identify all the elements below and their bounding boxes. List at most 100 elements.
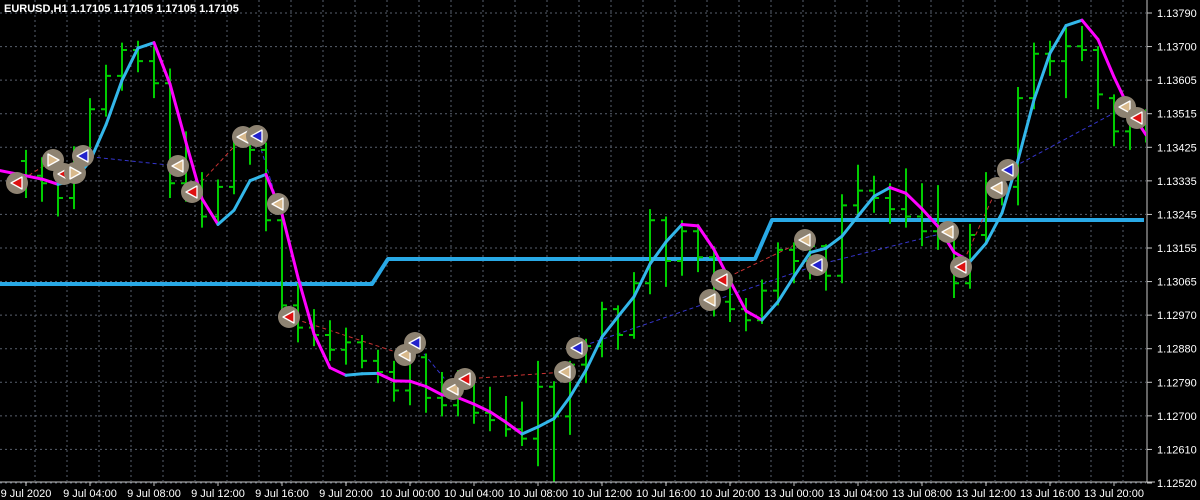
ohlc-bar[interactable]: [101, 64, 111, 117]
trade-marker-tan[interactable]: [794, 229, 816, 251]
ohlc-bar[interactable]: [373, 349, 383, 384]
trade-marker-red[interactable]: [711, 269, 733, 291]
ma-segment-up: [216, 208, 236, 226]
trade-marker-red[interactable]: [6, 172, 28, 194]
time-axis-label: 13 Jul 16:00: [1020, 488, 1080, 500]
time-axis-label: 9 Jul 16:00: [255, 488, 309, 500]
trade-marker-tan[interactable]: [699, 289, 721, 311]
ohlc-bar[interactable]: [517, 401, 527, 446]
trade-marker-blue[interactable]: [806, 254, 828, 276]
ma-segment-down: [408, 379, 428, 388]
plot-area[interactable]: [0, 18, 1151, 483]
ma-segment-up: [968, 241, 988, 264]
ma-segment-down: [376, 371, 396, 383]
ma-segment-up: [600, 315, 620, 339]
trade-marker-tan[interactable]: [267, 193, 289, 215]
trade-marker-red[interactable]: [181, 181, 203, 203]
ma-segment-down: [200, 197, 220, 226]
ohlc-bar[interactable]: [1093, 46, 1103, 110]
buy-trade-line: [1007, 106, 1126, 171]
trade-marker-red[interactable]: [1126, 107, 1148, 129]
ohlc-bar[interactable]: [1061, 27, 1071, 99]
ma-segment-down: [888, 186, 908, 195]
price-axis-label: 1.13605: [1157, 75, 1197, 87]
sell-trade-line: [464, 371, 566, 380]
time-axis-labels[interactable]: 9 Jul 2020 9 Jul 04:00 9 Jul 08:00 9 Jul 12…: [1, 482, 1144, 500]
time-axis-label: 10 Jul 00:00: [380, 488, 440, 500]
chart-title: EURUSD,H1 1.17105 1.17105 1.17105 1.1710…: [4, 3, 239, 15]
ma-segment-up: [552, 395, 572, 421]
ohlc-bar[interactable]: [853, 164, 863, 217]
ohlc-bar[interactable]: [1077, 26, 1087, 62]
time-axis-label: 9 Jul 12:00: [191, 488, 245, 500]
ma-segment-down: [280, 212, 300, 279]
price-axis-label: 1.12700: [1157, 411, 1197, 423]
price-axis-labels[interactable]: 1.13790 1.13700 1.13605 1.13515 1.13425 1.133…: [1147, 8, 1197, 490]
price-axis-label: 1.13515: [1157, 109, 1197, 121]
ohlc-bar[interactable]: [533, 360, 543, 467]
trade-marker-red[interactable]: [278, 306, 300, 328]
ma-segment-down: [904, 191, 924, 211]
step-support-line[interactable]: [0, 218, 1144, 286]
time-axis-label: 13 Jul 04:00: [828, 488, 888, 500]
price-axis-label: 1.13335: [1157, 176, 1197, 188]
ohlc-bar[interactable]: [661, 216, 671, 287]
time-axis-label: 13 Jul 00:00: [764, 488, 824, 500]
ma-segment-up: [520, 425, 540, 436]
ma-segment-up: [1048, 24, 1068, 55]
ma-segment-down: [696, 224, 716, 251]
trade-marker-tan[interactable]: [167, 155, 189, 177]
ohlc-bar[interactable]: [501, 396, 511, 437]
trade-marker-blue[interactable]: [566, 337, 588, 359]
ohlc-bar[interactable]: [629, 272, 639, 339]
trade-marker-blue[interactable]: [997, 159, 1019, 181]
ma-segment-up: [232, 179, 252, 212]
chart-canvas[interactable]: 1.13790 1.13700 1.13605 1.13515 1.13425 1.133…: [0, 0, 1200, 500]
time-axis-label: 9 Jul 20:00: [319, 488, 373, 500]
ma-segment-down: [456, 396, 476, 406]
time-axis-label: 13 Jul 08:00: [892, 488, 952, 500]
ma-segment-up: [248, 172, 268, 183]
ma-segment-up: [824, 234, 844, 250]
trade-marker-tan[interactable]: [554, 361, 576, 383]
price-axis-label: 1.13790: [1157, 8, 1197, 20]
sell-trade-line: [960, 187, 998, 268]
ma-segment-up: [616, 295, 636, 319]
trade-marker-red[interactable]: [950, 256, 972, 278]
time-axis-label: 9 Jul 04:00: [63, 488, 117, 500]
time-axis-label: 10 Jul 04:00: [444, 488, 504, 500]
trade-marker-tan[interactable]: [937, 221, 959, 243]
ohlc-bars[interactable]: [21, 26, 1151, 483]
ma-segment-up: [856, 194, 876, 218]
ma-segment-down: [504, 420, 524, 436]
trade-marker-blue[interactable]: [404, 332, 426, 354]
ma-segment-down: [328, 366, 348, 377]
ma-segment-up: [808, 246, 828, 255]
ma-segment-up: [776, 275, 796, 304]
ma-segment-down: [472, 402, 492, 414]
time-axis-label: 10 Jul 12:00: [572, 488, 632, 500]
price-axis-label: 1.12970: [1157, 310, 1197, 322]
price-axis-label: 1.12790: [1157, 377, 1197, 389]
ohlc-bar[interactable]: [549, 381, 559, 483]
ma-segment-up: [632, 262, 652, 299]
trade-marker-blue[interactable]: [72, 145, 94, 167]
ma-segment-down: [680, 223, 700, 228]
time-axis-label: 13 Jul 12:00: [956, 488, 1016, 500]
buy-trade-line: [576, 264, 818, 349]
ma-segment-up: [536, 417, 556, 429]
ma-segment-down: [744, 309, 764, 322]
ma-segment-up: [1016, 98, 1036, 162]
time-axis-label: 10 Jul 16:00: [636, 488, 696, 500]
trade-marker-blue[interactable]: [246, 125, 268, 147]
ohlc-bar[interactable]: [341, 327, 351, 365]
price-axis-label: 1.12880: [1157, 344, 1197, 356]
ohlc-bar[interactable]: [421, 353, 431, 413]
ma-segment-down: [728, 279, 748, 313]
ma-segment-up: [584, 335, 604, 372]
ma-segment-up: [120, 46, 140, 82]
ma-segment-down: [1080, 18, 1100, 41]
trade-marker-red[interactable]: [454, 368, 476, 390]
ohlc-bar[interactable]: [325, 320, 335, 361]
grid: [0, 0, 1146, 484]
